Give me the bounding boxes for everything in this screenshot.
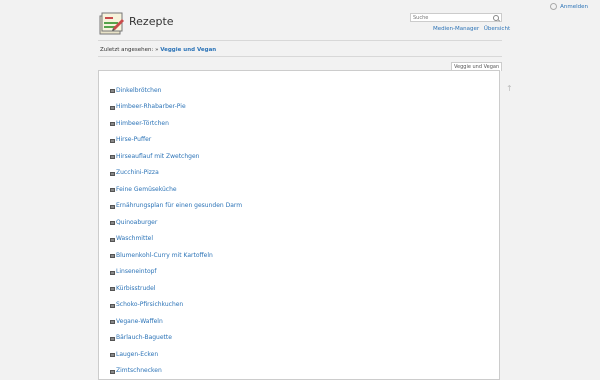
recipe-list: Dinkelbrötchen Himbeer-Rhabarber-Pie Him… (110, 82, 242, 379)
recipe-link[interactable]: Blumenkohl-Curry mit Kartoffeln (116, 252, 213, 259)
page-icon (110, 122, 115, 127)
page-icon (110, 303, 115, 308)
recipe-link[interactable]: Ernährungsplan für einen gesunden Darm (116, 202, 242, 209)
page-icon (110, 287, 115, 292)
list-item[interactable]: Quinoaburger (110, 214, 242, 231)
breadcrumb-current-link[interactable]: Veggie und Vegan (160, 47, 216, 53)
site-logo[interactable] (98, 10, 126, 38)
page-icon (110, 188, 115, 193)
recipe-link[interactable]: Schoko-Pfirsichkuchen (116, 301, 183, 308)
recipe-link[interactable]: Laugen-Ecken (116, 351, 158, 358)
list-item[interactable]: Himbeer-Rhabarber-Pie (110, 99, 242, 116)
recipe-link[interactable]: Dinkelbrötchen (116, 87, 161, 94)
list-item[interactable]: Dinkelbrötchen (110, 82, 242, 99)
recipe-link[interactable]: Bärlauch-Baguette (116, 334, 172, 341)
recipe-link[interactable]: Linseneintopf (116, 268, 157, 275)
login-label: Anmelden (560, 3, 588, 10)
recipe-link[interactable]: Zucchini-Pizza (116, 169, 159, 176)
media-manager-link[interactable]: Medien-Manager (433, 26, 479, 32)
overview-link[interactable]: Übersicht (484, 26, 510, 32)
page-icon (110, 254, 115, 259)
breadcrumb: Zuletzt angesehen: » Veggie und Vegan (100, 47, 216, 53)
page-icon (110, 353, 115, 358)
list-item[interactable]: Zimtschnecken (110, 363, 242, 380)
recipe-link[interactable]: Himbeer-Törtchen (116, 120, 169, 127)
login-link[interactable]: Anmelden (550, 3, 588, 10)
recipe-link[interactable]: Hirseauflauf mit Zwetchgen (116, 153, 199, 160)
list-item[interactable]: Hirse-Puffer (110, 132, 242, 149)
recipe-link[interactable]: Kürbisstrudel (116, 285, 155, 292)
list-item[interactable]: Himbeer-Törtchen (110, 115, 242, 132)
page-icon (110, 336, 115, 341)
user-icon (550, 3, 558, 10)
list-item[interactable]: Feine Gemüseküche (110, 181, 242, 198)
page-icon (110, 204, 115, 209)
recipe-link[interactable]: Feine Gemüseküche (116, 186, 177, 193)
page-icon (110, 171, 115, 176)
recipe-link[interactable]: Waschmittel (116, 235, 153, 242)
page-icon (110, 138, 115, 143)
page-icon (110, 221, 115, 226)
list-item[interactable]: Zucchini-Pizza (110, 165, 242, 182)
tool-nav: Medien-Manager Übersicht (430, 26, 510, 32)
search-icon[interactable] (493, 15, 499, 21)
recipe-link[interactable]: Vegane-Waffeln (116, 318, 163, 325)
recipe-link[interactable]: Zimtschnecken (116, 367, 162, 374)
page-icon (110, 320, 115, 325)
site-title[interactable]: Rezepte (129, 15, 174, 28)
divider (98, 56, 502, 57)
page-icon (110, 89, 115, 94)
list-item[interactable]: Ernährungsplan für einen gesunden Darm (110, 198, 242, 215)
list-item[interactable]: Hirseauflauf mit Zwetchgen (110, 148, 242, 165)
list-item[interactable]: Laugen-Ecken (110, 346, 242, 363)
breadcrumb-label: Zuletzt angesehen: (100, 47, 154, 53)
arrow-up-icon[interactable]: ↑ (506, 84, 513, 93)
page-icon (110, 155, 115, 160)
list-item[interactable]: Bärlauch-Baguette (110, 330, 242, 347)
list-item[interactable]: Linseneintopf (110, 264, 242, 281)
page-icon (110, 270, 115, 275)
content-panel: Dinkelbrötchen Himbeer-Rhabarber-Pie Him… (98, 70, 500, 380)
recipe-link[interactable]: Hirse-Puffer (116, 136, 151, 143)
list-item[interactable]: Schoko-Pfirsichkuchen (110, 297, 242, 314)
list-item[interactable]: Vegane-Waffeln (110, 313, 242, 330)
page-icon (110, 369, 115, 374)
search-input[interactable] (411, 14, 493, 21)
divider (98, 40, 502, 41)
search-box (410, 13, 502, 22)
page-icon (110, 237, 115, 242)
page-icon (110, 105, 115, 110)
list-item[interactable]: Kürbisstrudel (110, 280, 242, 297)
recipe-link[interactable]: Himbeer-Rhabarber-Pie (116, 103, 186, 110)
list-item[interactable]: Blumenkohl-Curry mit Kartoffeln (110, 247, 242, 264)
breadcrumb-separator: » (155, 47, 159, 53)
recipe-link[interactable]: Quinoaburger (116, 219, 157, 226)
list-item[interactable]: Waschmittel (110, 231, 242, 248)
